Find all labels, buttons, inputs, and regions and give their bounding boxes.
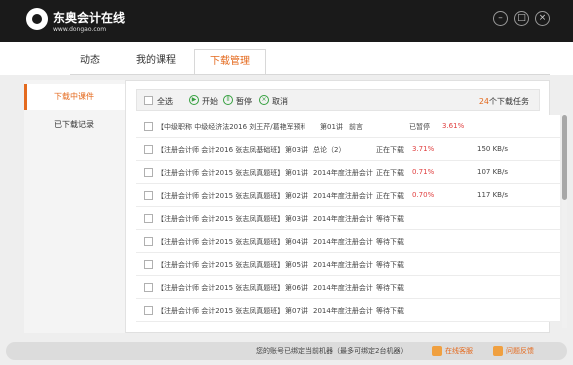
cancel-button[interactable]: 取消	[272, 96, 288, 107]
tab-download-manager[interactable]: 下载管理	[194, 49, 266, 75]
course-name: 【注册会计师 会计2016 张志凤基础班】	[157, 146, 285, 154]
online-service-link[interactable]: 在线客服	[445, 346, 473, 356]
select-all-label[interactable]: 全选	[157, 96, 173, 107]
download-speed: 117 KB/s	[477, 191, 508, 199]
table-row[interactable]: 【注册会计师 会计2015 张志凤真题班】 第05讲 2014年度注册会计师全国…	[136, 253, 560, 276]
feedback-link[interactable]: 问题反馈	[506, 346, 534, 356]
download-status: 正在下载	[376, 146, 404, 154]
app-brand: 东奥会计在线	[53, 11, 126, 25]
dongao-logo-icon	[26, 8, 48, 30]
row-checkbox[interactable]	[144, 237, 153, 246]
course-name: 【注册会计师 会计2015 张志凤真题班】	[157, 215, 285, 223]
sidebar-item-downloading[interactable]: 下载中课件	[24, 84, 125, 110]
course-name: 【注册会计师 会计2015 张志凤真题班】	[157, 284, 285, 292]
lecture-no: 第01讲	[285, 169, 308, 177]
download-progress: 0.71%	[412, 168, 435, 176]
start-button[interactable]: 开始	[202, 96, 218, 107]
tab-my-courses[interactable]: 我的课程	[126, 49, 186, 75]
download-status: 等待下载	[376, 261, 404, 269]
sidebar-item-downloaded[interactable]: 已下载记录	[24, 112, 125, 138]
task-count-suffix: 个下载任务	[489, 97, 529, 106]
app-url: www.dongao.com	[53, 26, 107, 33]
download-status: 正在下载	[376, 169, 404, 177]
lecture-no: 第07讲	[285, 307, 308, 315]
row-checkbox[interactable]	[144, 145, 153, 154]
pause-icon[interactable]: ll	[223, 95, 233, 105]
feedback-icon[interactable]	[493, 346, 503, 356]
lecture-title: 2014年度注册会计师全国统一	[313, 284, 373, 292]
table-row[interactable]: 【注册会计师 会计2015 张志凤真题班】 第04讲 2014年度注册会计师全国…	[136, 230, 560, 253]
download-speed: 150 KB/s	[477, 145, 508, 153]
lecture-no: 第04讲	[285, 238, 308, 246]
table-row[interactable]: 【注册会计师 会计2015 张志凤真题班】 第03讲 2014年度注册会计师全国…	[136, 207, 560, 230]
cancel-icon[interactable]: ×	[259, 95, 269, 105]
table-row[interactable]: 【中级职称 中级经济法2016 刘王芹/葛艳军预科班】 第01讲 前言 已暂停 …	[136, 115, 560, 138]
row-checkbox[interactable]	[144, 122, 153, 131]
row-checkbox[interactable]	[144, 214, 153, 223]
course-name: 【注册会计师 会计2015 张志凤真题班】	[157, 307, 285, 315]
table-row[interactable]: 【注册会计师 会计2016 张志凤基础班】 第03讲 总论（2） 正在下载 3.…	[136, 138, 560, 161]
download-status: 已暂停	[409, 123, 430, 131]
course-name: 【注册会计师 会计2015 张志凤真题班】	[157, 261, 285, 269]
row-checkbox[interactable]	[144, 283, 153, 292]
row-checkbox[interactable]	[144, 306, 153, 315]
download-progress: 3.61%	[442, 122, 465, 130]
lecture-no: 第06讲	[285, 284, 308, 292]
course-name: 【注册会计师 会计2015 张志凤真题班】	[157, 169, 285, 177]
sidebar: 下载中课件 已下载记录	[24, 80, 126, 333]
status-bar: 您的账号已绑定当前机器（最多可绑定2台机器） 在线客服 问题反馈	[6, 342, 567, 360]
lecture-no: 第01讲	[320, 123, 343, 131]
download-status: 等待下载	[376, 215, 404, 223]
download-status: 正在下载	[376, 192, 404, 200]
lecture-no: 第03讲	[285, 215, 308, 223]
course-name: 【中级职称 中级经济法2016 刘王芹/葛艳军预科班】	[157, 123, 305, 131]
main-tabs: 动态 我的课程 下载管理	[0, 42, 573, 75]
task-count: 24个下载任务	[479, 96, 529, 107]
lecture-no: 第03讲	[285, 146, 308, 154]
lecture-title: 2014年度注册会计师全国统一	[313, 238, 373, 246]
table-row[interactable]: 【注册会计师 会计2015 张志凤真题班】 第07讲 2014年度注册会计师全国…	[136, 299, 560, 322]
online-service-icon[interactable]	[432, 346, 442, 356]
download-status: 等待下载	[376, 238, 404, 246]
lecture-title: 2014年度注册会计师全国统一	[313, 307, 373, 315]
row-checkbox[interactable]	[144, 260, 153, 269]
binding-status-text: 您的账号已绑定当前机器（最多可绑定2台机器）	[256, 347, 408, 355]
download-status: 等待下载	[376, 307, 404, 315]
lecture-no: 第02讲	[285, 192, 308, 200]
tab-dynamics[interactable]: 动态	[70, 49, 110, 75]
pause-button[interactable]: 暂停	[236, 96, 252, 107]
lecture-title: 2014年度注册会计师全国统一	[313, 215, 373, 223]
lecture-title: 2014年度注册会计师全国统一	[313, 169, 373, 177]
task-count-number: 24	[478, 97, 489, 106]
title-bar: 东奥会计在线 www.dongao.com – □ ×	[0, 0, 573, 42]
close-icon[interactable]: ×	[535, 11, 550, 26]
select-all-checkbox[interactable]	[144, 96, 153, 105]
list-scrollbar[interactable]	[562, 113, 567, 328]
row-checkbox[interactable]	[144, 168, 153, 177]
table-row[interactable]: 【注册会计师 会计2015 张志凤真题班】 第01讲 2014年度注册会计师全国…	[136, 161, 560, 184]
download-toolbar: 全选 ▶ 开始 ll 暂停 × 取消 24个下载任务	[136, 89, 540, 111]
lecture-title: 2014年度注册会计师全国统一	[313, 192, 373, 200]
download-progress: 0.70%	[412, 191, 435, 199]
download-speed: 107 KB/s	[477, 168, 508, 176]
course-name: 【注册会计师 会计2015 张志凤真题班】	[157, 192, 285, 200]
table-row[interactable]: 【注册会计师 会计2015 张志凤真题班】 第06讲 2014年度注册会计师全国…	[136, 276, 560, 299]
table-row[interactable]: 【注册会计师 会计2015 张志凤真题班】 第02讲 2014年度注册会计师全国…	[136, 184, 560, 207]
maximize-icon[interactable]: □	[514, 11, 529, 26]
tab-divider	[70, 74, 550, 75]
course-name: 【注册会计师 会计2015 张志凤真题班】	[157, 238, 285, 246]
download-progress: 3.71%	[412, 145, 435, 153]
row-checkbox[interactable]	[144, 191, 153, 200]
lecture-title: 2014年度注册会计师全国统一	[313, 261, 373, 269]
lecture-no: 第05讲	[285, 261, 308, 269]
play-icon[interactable]: ▶	[189, 95, 199, 105]
minimize-icon[interactable]: –	[493, 11, 508, 26]
download-status: 等待下载	[376, 284, 404, 292]
scroll-thumb[interactable]	[562, 115, 567, 200]
